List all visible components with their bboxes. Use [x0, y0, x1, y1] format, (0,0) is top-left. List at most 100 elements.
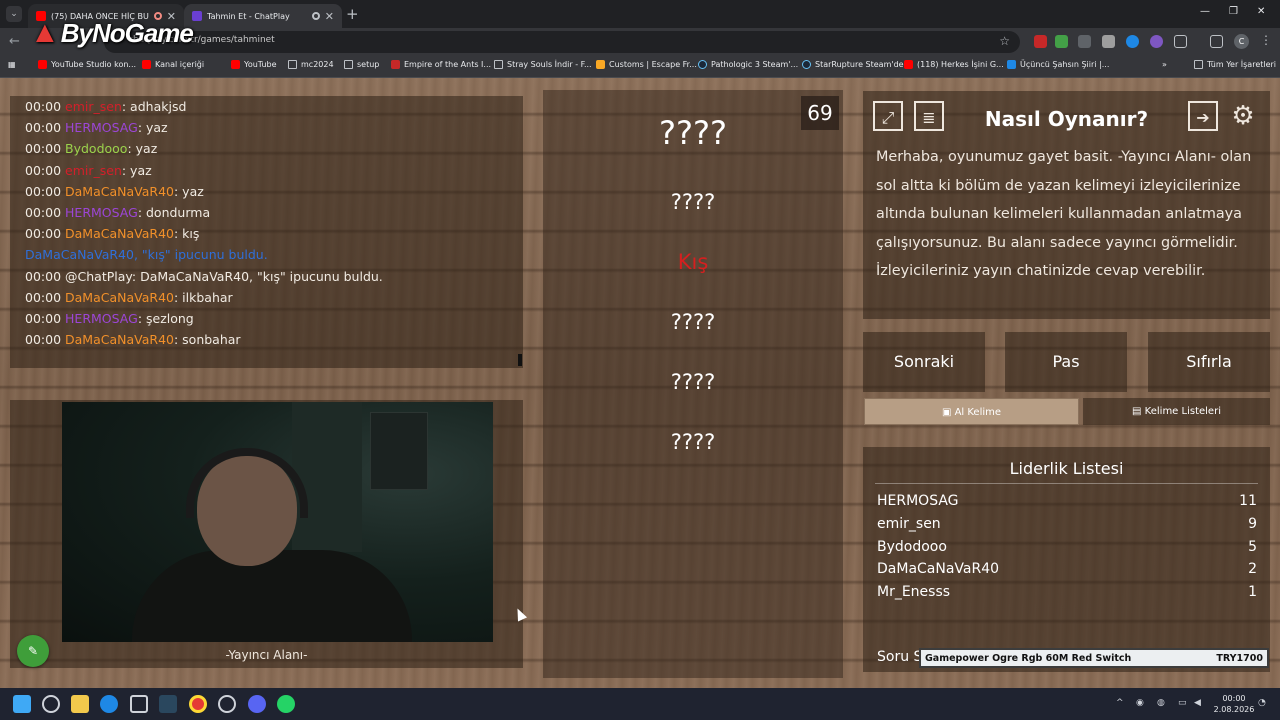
tab-chatplay[interactable]: Tahmin Et - ChatPlay ✕: [184, 4, 342, 28]
windows-start-icon[interactable]: [13, 695, 31, 713]
all-bookmarks-folder[interactable]: Tüm Yer İşaretleri: [1194, 60, 1276, 69]
edge-icon[interactable]: [100, 695, 118, 713]
bookmark-item[interactable]: Customs | Escape Fr...: [596, 60, 697, 69]
app-icon[interactable]: [218, 695, 236, 713]
chat-username[interactable]: DaMaCaNaVaR40: [65, 332, 174, 347]
bookmark-star-icon[interactable]: ☆: [999, 34, 1010, 48]
ad-ticker-overlay[interactable]: Gamepower Ogre Rgb 60M Red Switch TRY170…: [919, 648, 1269, 668]
chat-message: 00:00 DaMaCaNaVaR40: sonbahar: [25, 332, 241, 347]
leaderboard-row: Bydodooo 5: [877, 539, 1257, 561]
close-window-button[interactable]: ✕: [1257, 6, 1265, 17]
notification-bell-icon[interactable]: ◔: [1258, 698, 1266, 708]
bookmark-label: StarRupture Steam'de: [815, 60, 904, 69]
bookmark-label: YouTube Studio kon...: [51, 60, 137, 69]
puzzle-extensions-icon[interactable]: [1174, 35, 1187, 48]
file-explorer-icon[interactable]: [71, 695, 89, 713]
bookmark-folder[interactable]: mc2024: [288, 60, 334, 69]
bookmark-item[interactable]: Pathologic 3 Steam'...: [698, 60, 798, 69]
record-icon[interactable]: [311, 12, 320, 20]
chat-text: : yaz: [137, 120, 168, 136]
close-tab-icon[interactable]: ✕: [325, 10, 334, 23]
system-clock[interactable]: 00:00 2.08.2026: [1212, 693, 1256, 715]
next-button[interactable]: Sonraki: [863, 332, 985, 392]
minimize-button[interactable]: —: [1200, 6, 1210, 17]
steam-icon[interactable]: [159, 695, 177, 713]
gear-icon[interactable]: ⚙: [1228, 101, 1258, 131]
chat-username[interactable]: HERMOSAG: [65, 311, 138, 326]
chat-timestamp: 00:00: [25, 332, 62, 348]
extension-icon[interactable]: [1126, 35, 1139, 48]
hint-word: ????: [670, 310, 716, 334]
whatsapp-icon[interactable]: [277, 695, 295, 713]
discord-icon[interactable]: [248, 695, 266, 713]
address-bar[interactable]: chatplay.com.tr/games/tahminet ☆: [104, 31, 1020, 53]
bookmark-folder[interactable]: setup: [344, 60, 379, 69]
exit-icon[interactable]: ➔: [1188, 101, 1218, 131]
tray-app-icon[interactable]: ◍: [1157, 698, 1165, 708]
chat-message: 00:00 DaMaCaNaVaR40: ilkbahar: [25, 290, 233, 305]
chat-username[interactable]: emir_sen: [65, 163, 122, 178]
player-score: 11: [1239, 493, 1257, 509]
chat-username[interactable]: DaMaCaNaVaR40: [65, 226, 174, 241]
chat-username[interactable]: emir_sen: [65, 99, 122, 114]
leaderboard-title: Liderlik Listesi: [1009, 459, 1124, 478]
apps-grid-icon[interactable]: ▦: [8, 60, 16, 69]
bookmark-item[interactable]: (118) Herkes İşini G...: [904, 60, 1004, 69]
tab-search-icon[interactable]: ⌄: [6, 6, 22, 22]
bookmark-item[interactable]: Empire of the Ants I...: [391, 60, 491, 69]
chat-username[interactable]: HERMOSAG: [65, 120, 138, 135]
reset-button[interactable]: Sıfırla: [1148, 332, 1270, 392]
chat-username[interactable]: DaMaCaNaVaR40: [65, 184, 174, 199]
chat-timestamp: 00:00: [25, 311, 62, 326]
chat-username[interactable]: Bydodooo: [65, 141, 127, 156]
bookmark-item[interactable]: Kanal içeriği: [142, 60, 204, 69]
pass-button[interactable]: Pas: [1005, 332, 1127, 392]
leaderboard-divider: [875, 483, 1258, 484]
chat-username[interactable]: HERMOSAG: [65, 205, 138, 220]
extension-icon[interactable]: [1034, 35, 1047, 48]
extension-icon[interactable]: [1078, 35, 1091, 48]
network-icon[interactable]: ▭: [1178, 698, 1187, 708]
more-bookmarks-icon[interactable]: »: [1162, 60, 1167, 69]
ai-word-tab[interactable]: ▣ Al Kelime: [864, 398, 1079, 425]
menu-dots-icon[interactable]: ⋮: [1260, 33, 1272, 47]
reading-list-icon[interactable]: [1210, 35, 1223, 48]
folder-icon: [1194, 60, 1203, 69]
chat-scrollbar[interactable]: [518, 354, 522, 366]
chat-username[interactable]: DaMaCaNaVaR40: [65, 290, 174, 305]
chat-username[interactable]: DaMaCaNaVaR40, "kış" ipucunu buldu.: [25, 247, 268, 262]
chat-timestamp: 00:00: [25, 289, 62, 305]
tray-app-icon[interactable]: ◉: [1136, 698, 1144, 708]
bookmark-item[interactable]: Stray Souls İndir - F...: [494, 60, 592, 69]
bookmark-item[interactable]: StarRupture Steam'de: [802, 60, 904, 69]
extension-icon[interactable]: [1102, 35, 1115, 48]
bookmark-item[interactable]: YouTube Studio kon...: [38, 60, 136, 69]
clock-time: 00:00: [1222, 694, 1246, 703]
back-arrow-icon[interactable]: ←: [9, 34, 20, 49]
site-icon: [494, 60, 503, 69]
chat-username[interactable]: @ChatPlay: [65, 269, 132, 284]
new-tab-button[interactable]: +: [346, 5, 359, 23]
volume-icon[interactable]: ◀: [1194, 698, 1201, 708]
bookmark-item[interactable]: Üçüncü Şahsın Şiiri |...: [1007, 60, 1109, 69]
extension-icon[interactable]: [1055, 35, 1068, 48]
tray-overflow-icon[interactable]: ^: [1116, 698, 1124, 708]
player-score: 1: [1248, 584, 1257, 600]
chrome-icon[interactable]: [189, 695, 207, 713]
restore-button[interactable]: ❐: [1229, 6, 1238, 17]
streamer-area: -Yayıncı Alanı- ✎: [10, 400, 523, 668]
store-icon[interactable]: [130, 695, 148, 713]
leaderboard-row: Mr_Enesss 1: [877, 584, 1257, 606]
player-score: 2: [1248, 561, 1257, 577]
profile-avatar[interactable]: C: [1234, 34, 1249, 49]
hint-word: ????: [670, 370, 716, 394]
extension-icon[interactable]: [1150, 35, 1163, 48]
clock-date: 2.08.2026: [1213, 705, 1255, 714]
youtube-icon: [38, 60, 47, 69]
word-lists-tab[interactable]: ▤ Kelime Listeleri: [1083, 398, 1270, 425]
flame-icon: ▲: [30, 16, 60, 49]
tool-fab-button[interactable]: ✎: [17, 635, 49, 667]
how-to-play-panel: ⤢ ≣ Nasıl Oynanır? ➔ ⚙ Merhaba, oyunumuz…: [863, 91, 1270, 319]
search-icon[interactable]: [42, 695, 60, 713]
bookmark-item[interactable]: YouTube: [231, 60, 277, 69]
